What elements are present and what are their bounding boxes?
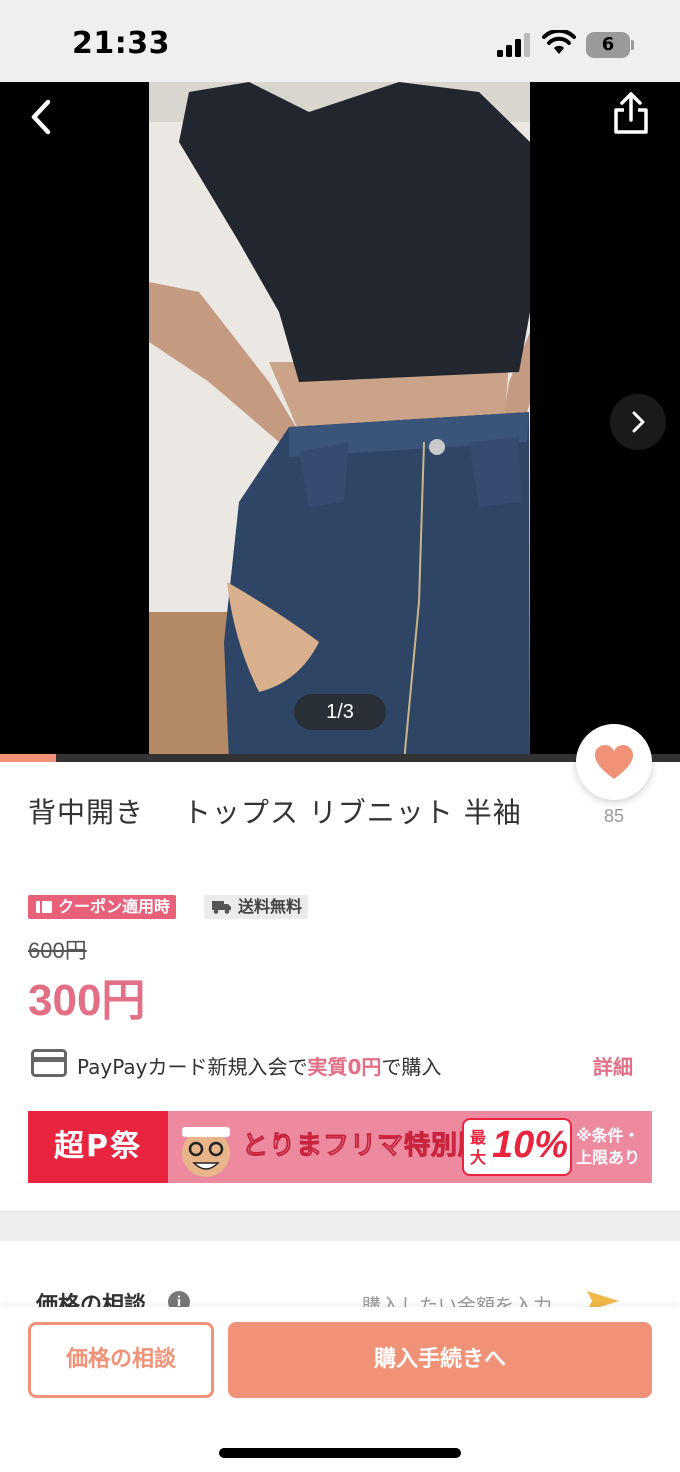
- paypay-promo-text: PayPayカード新規入会で実質0円で購入: [77, 1051, 441, 1080]
- status-bar: 21:33 6: [0, 0, 680, 82]
- banner-rate-prefix: 最大: [470, 1128, 487, 1167]
- like-button[interactable]: [576, 724, 652, 800]
- battery-icon: 6: [586, 32, 634, 58]
- section-divider: [0, 1211, 680, 1241]
- battery-level: 6: [601, 34, 615, 55]
- wifi-icon: [542, 30, 576, 54]
- paypay-text-before: PayPayカード新規入会で: [77, 1055, 308, 1079]
- share-button[interactable]: [606, 88, 656, 140]
- heart-icon: [595, 745, 633, 779]
- purchase-button[interactable]: 購入手続きへ: [228, 1322, 652, 1398]
- coupon-badge: クーポン適用時: [28, 895, 177, 919]
- bottom-action-bar: 価格の相談 購入手続きへ: [0, 1307, 680, 1472]
- ticket-icon: [36, 901, 52, 913]
- chevron-right-icon: [632, 411, 645, 433]
- sale-price: 300円: [28, 976, 146, 1025]
- paypay-text-highlight: 実質0円: [307, 1055, 382, 1079]
- price-negotiation-row[interactable]: 価格の相談 i 購入したい金額を入力: [0, 1241, 680, 1311]
- mascot-face-icon: [182, 1127, 230, 1177]
- negotiate-button[interactable]: 価格の相談: [28, 1322, 214, 1398]
- photo-carousel[interactable]: 1/3: [0, 82, 680, 762]
- truck-icon: [212, 901, 231, 914]
- banner-middle-text: とりまフリマ特別版: [241, 1131, 486, 1162]
- product-title: 背中開き トップス リブニット 半袖: [28, 796, 522, 829]
- home-indicator: [219, 1448, 461, 1458]
- banner-rate: 10%: [492, 1124, 569, 1166]
- photo-counter: 1/3: [294, 694, 386, 730]
- photo-progress-fill: [0, 754, 56, 762]
- status-time: 21:33: [72, 26, 170, 61]
- product-photo: [149, 82, 530, 762]
- banner-note: ※条件・上限あり: [576, 1126, 641, 1167]
- coupon-badge-label: クーポン適用時: [58, 897, 171, 916]
- credit-card-icon: [31, 1049, 67, 1077]
- banner-rate-box: 最大 10%: [462, 1118, 572, 1176]
- paypay-text-after: で購入: [381, 1055, 442, 1079]
- original-price: 600円: [28, 938, 87, 963]
- signal-icon: [497, 33, 530, 57]
- shipping-badge-label: 送料無料: [238, 897, 303, 916]
- back-button[interactable]: [20, 90, 64, 142]
- banner-left-text: 超P祭: [28, 1111, 168, 1183]
- next-photo-button[interactable]: [610, 394, 666, 450]
- shipping-badge: 送料無料: [204, 895, 309, 919]
- campaign-banner[interactable]: 超P祭 とりまフリマ特別版 最大 10% ※条件・上限あり: [28, 1111, 652, 1183]
- like-count: 85: [603, 806, 625, 826]
- paypay-detail-link[interactable]: 詳細: [593, 1051, 633, 1080]
